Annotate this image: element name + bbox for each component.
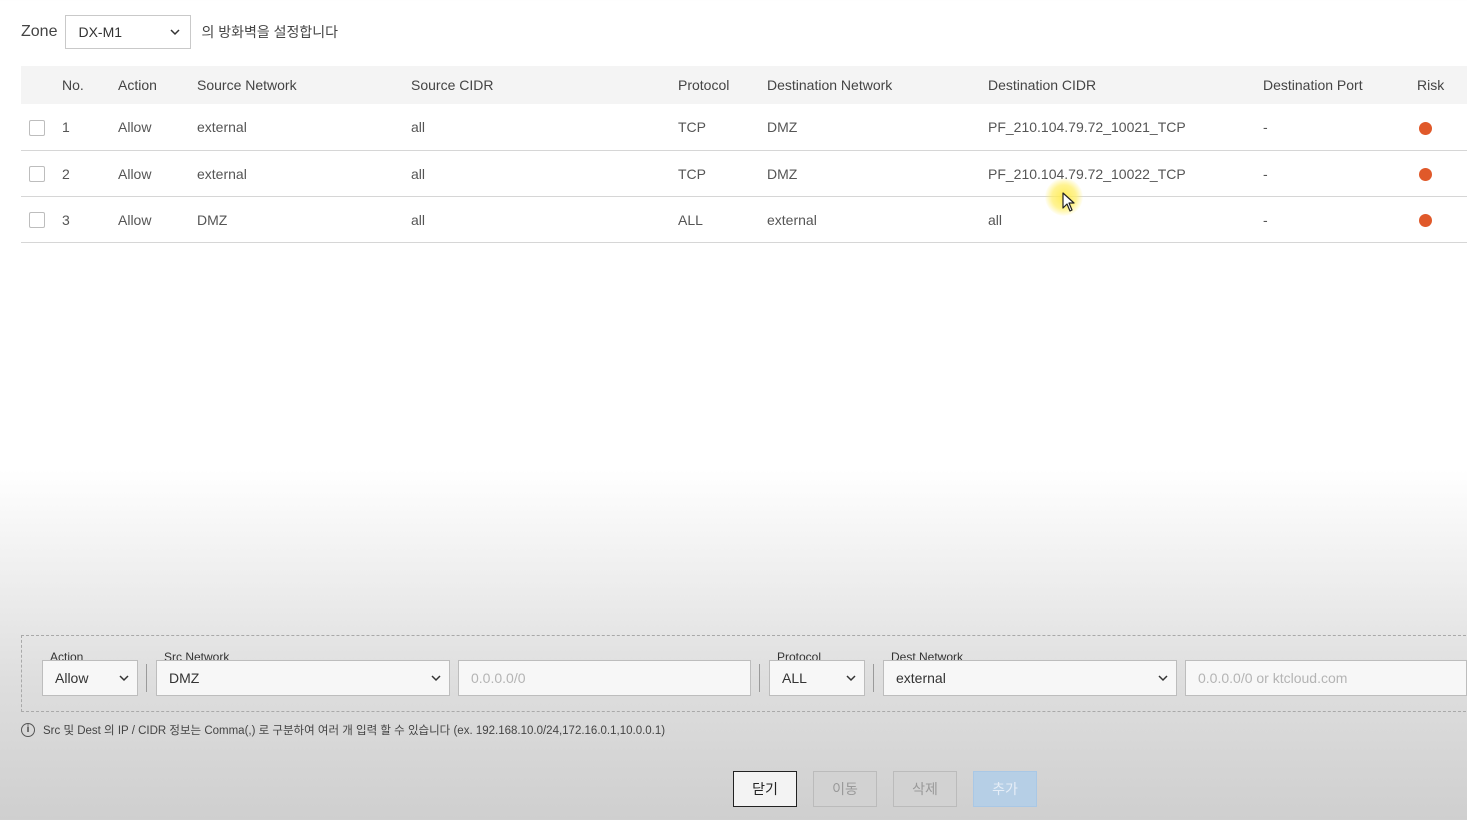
- cell-source-cidr: all: [411, 196, 678, 243]
- delete-button[interactable]: 삭제: [893, 771, 957, 807]
- action-select-value: Allow: [55, 670, 89, 686]
- row-checkbox[interactable]: [29, 166, 45, 183]
- table-row[interactable]: 1 Allow external all TCP DMZ PF_210.104.…: [21, 104, 1467, 151]
- header-source-cidr: Source CIDR: [411, 77, 494, 93]
- divider: [146, 664, 147, 692]
- divider: [759, 664, 760, 692]
- input-hint: i Src 및 Dest 의 IP / CIDR 정보는 Comma(,) 로 …: [21, 722, 665, 738]
- cell-destination-cidr: PF_210.104.79.72_10022_TCP: [988, 150, 1263, 197]
- risk-indicator: [1419, 214, 1432, 228]
- dest-cidr-input[interactable]: 0.0.0.0/0 or ktcloud.com: [1185, 660, 1467, 696]
- hint-text: Src 및 Dest 의 IP / CIDR 정보는 Comma(,) 로 구분…: [43, 725, 666, 737]
- cell-destination-cidr: all: [988, 196, 1263, 243]
- chevron-down-icon: [119, 675, 129, 682]
- cell-action: Allow: [118, 150, 197, 197]
- protocol-select-value: ALL: [782, 670, 807, 686]
- dest-cidr-placeholder: 0.0.0.0/0 or ktcloud.com: [1198, 670, 1348, 686]
- chevron-down-icon: [170, 29, 180, 36]
- cell-no: 2: [62, 150, 118, 197]
- zone-select-value: DX-M1: [78, 24, 123, 40]
- cell-source-network: external: [197, 104, 411, 151]
- table-row[interactable]: 2 Allow external all TCP DMZ PF_210.104.…: [21, 150, 1467, 197]
- cell-action: Allow: [118, 104, 197, 151]
- row-checkbox[interactable]: [29, 119, 45, 136]
- cell-no: 1: [62, 104, 118, 151]
- risk-indicator: [1419, 121, 1432, 135]
- cell-destination-port: -: [1263, 150, 1417, 197]
- table-header-row: No. Action Source Network Source CIDR Pr…: [21, 66, 1467, 104]
- zone-row: Zone DX-M1 의 방화벽을 설정합니다: [21, 14, 338, 50]
- cell-action: Allow: [118, 196, 197, 243]
- divider: [873, 664, 874, 692]
- src-network-select[interactable]: DMZ: [156, 660, 450, 696]
- close-button[interactable]: 닫기: [733, 771, 797, 807]
- cursor-arrow-icon: [1062, 192, 1075, 212]
- chevron-down-icon: [431, 675, 441, 682]
- risk-indicator: [1419, 168, 1432, 182]
- cell-source-cidr: all: [411, 150, 678, 197]
- cell-no: 3: [62, 196, 118, 243]
- cell-destination-network: external: [767, 196, 988, 243]
- cell-destination-network: DMZ: [767, 150, 988, 197]
- header-protocol: Protocol: [678, 77, 730, 93]
- header-destination-network: Destination Network: [767, 77, 893, 93]
- protocol-select[interactable]: ALL: [769, 660, 865, 696]
- header-source-network: Source Network: [197, 77, 297, 93]
- chevron-down-icon: [1158, 675, 1168, 682]
- src-cidr-placeholder: 0.0.0.0/0: [471, 670, 526, 686]
- zone-description: 의 방화벽을 설정합니다: [201, 24, 339, 40]
- zone-label: Zone: [21, 23, 58, 40]
- dest-network-select[interactable]: external: [883, 660, 1177, 696]
- header-risk: Risk: [1417, 77, 1445, 93]
- header-action: Action: [118, 77, 157, 93]
- info-icon: i: [21, 723, 35, 737]
- cell-destination-port: -: [1263, 196, 1417, 243]
- header-no: No.: [62, 77, 84, 93]
- cell-destination-port: -: [1263, 104, 1417, 151]
- cell-protocol: TCP: [678, 104, 767, 151]
- cell-protocol: ALL: [678, 196, 767, 243]
- dest-network-select-value: external: [896, 670, 946, 686]
- cell-destination-network: DMZ: [767, 104, 988, 151]
- src-network-select-value: DMZ: [169, 670, 200, 686]
- cell-source-network: DMZ: [197, 196, 411, 243]
- header-destination-port: Destination Port: [1263, 77, 1363, 93]
- cell-protocol: TCP: [678, 150, 767, 197]
- cell-destination-cidr: PF_210.104.79.72_10021_TCP: [988, 104, 1263, 151]
- move-button[interactable]: 이동: [813, 771, 877, 807]
- cell-source-network: external: [197, 150, 411, 197]
- chevron-down-icon: [846, 675, 856, 682]
- mouse-cursor: [1045, 178, 1085, 218]
- cell-source-cidr: all: [411, 104, 678, 151]
- add-button[interactable]: 추가: [973, 771, 1037, 807]
- action-select[interactable]: Allow: [42, 660, 138, 696]
- header-destination-cidr: Destination CIDR: [988, 77, 1097, 93]
- firewall-rules-table: No. Action Source Network Source CIDR Pr…: [21, 66, 1467, 243]
- row-checkbox[interactable]: [29, 212, 45, 229]
- table-row[interactable]: 3 Allow DMZ all ALL external all -: [21, 196, 1467, 243]
- src-cidr-input[interactable]: 0.0.0.0/0: [458, 660, 751, 696]
- zone-select[interactable]: DX-M1: [65, 15, 192, 49]
- header-select: [21, 66, 62, 104]
